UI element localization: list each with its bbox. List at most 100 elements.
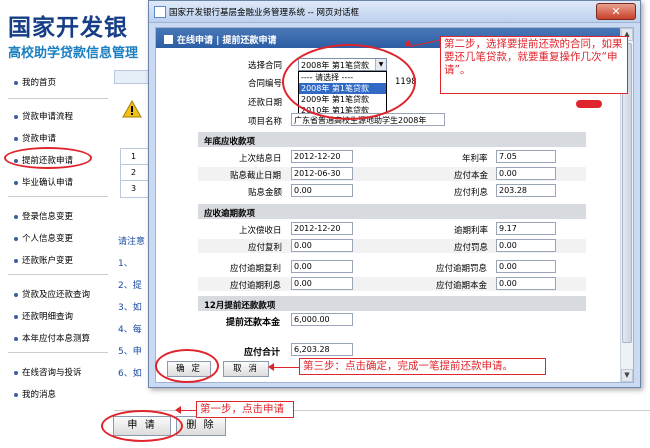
overdue-compound-field: 0.00 [291,260,353,273]
highlight-ellipse [282,44,416,120]
notes-heading: 请注意 [118,237,146,247]
bullet-icon [14,392,18,397]
sidebar-item-home[interactable]: 我的首页 [14,76,56,88]
cancel-button[interactable]: 取 消 [223,361,269,377]
subsidy-amount-field: 0.00 [291,184,353,197]
sidebar-item-loan-apply[interactable]: 贷款申请 [14,132,56,144]
contract-number-label: 合同编号 [248,79,283,89]
background-table: 1 2 3 [120,148,150,198]
subsidy-amount-label: 贴息金额 [248,188,283,198]
sidebar-item-account-change[interactable]: 还款账户变更 [14,254,73,266]
bullet-icon [14,292,18,297]
subsidy-end-date-label: 贴息截止日期 [230,171,282,181]
divider [8,98,108,99]
overdue-rate-label: 逾期利率 [454,226,489,236]
overdue-penalty-field: 0.00 [496,260,556,273]
dialog-title: 国家开发银行基层金融业务管理系统 -- 网页对话框 [169,8,360,18]
delete-button[interactable]: 删 除 [176,416,226,436]
grid-icon [164,35,173,44]
note-item: 3、如 [118,303,142,313]
sidebar: 我的首页 贷款申请流程 贷款申请 提前还款申请 毕业确认申请 登录信息变更 个人… [0,64,112,448]
note-item: 4、每 [118,325,142,335]
dialog-titlebar: 国家开发银行基层金融业务管理系统 -- 网页对话框 ✕ [149,1,640,23]
warning-icon [122,100,142,118]
contract-select-label: 选择合同 [248,61,283,71]
penalty-interest-field: 0.00 [496,239,556,252]
highlight-ellipse [155,349,219,383]
prepay-principal-field[interactable]: 6,000.00 [291,313,353,326]
payable-interest-label: 应付利息 [454,188,489,198]
project-name-label: 项目名称 [248,117,283,127]
highlight-ellipse [4,147,92,169]
compound-interest-field: 0.00 [291,239,353,252]
bullet-icon [14,136,18,141]
bullet-icon [14,336,18,341]
scroll-down-icon[interactable]: ▼ [621,369,633,382]
prepay-principal-label: 提前还款本金 [226,318,281,328]
sidebar-item-repay-detail[interactable]: 还款明细查询 [14,310,73,322]
table-row: 3 [131,184,137,193]
sidebar-item-interest-calc[interactable]: 本年应付本息测算 [14,332,90,344]
close-icon[interactable]: ✕ [596,3,636,20]
overdue-rate-field: 9.17 [496,222,556,235]
sidebar-item-graduation[interactable]: 毕业确认申请 [14,176,73,188]
last-repay-date-label: 上次偿收日 [239,226,282,236]
bullet-icon [14,236,18,241]
penalty-interest-label: 应付罚息 [454,243,489,253]
total-payable-field: 6,203.28 [291,343,353,356]
divider [8,196,108,197]
app-subtitle: 高校助学贷款信息管理 [8,46,139,61]
bullet-icon [14,180,18,185]
section-overdue: 应收逾期款项 [198,204,586,219]
ie-icon [154,6,166,18]
highlight-ellipse [101,410,183,442]
overdue-principal-label: 应付逾期本金 [436,281,488,291]
overdue-interest-field: 0.00 [291,277,353,290]
sidebar-item-messages[interactable]: 我的消息 [14,388,56,400]
sidebar-item-loan-query[interactable]: 贷款及应还款查询 [14,288,90,300]
sidebar-item-consult[interactable]: 在线咨询与投诉 [14,366,82,378]
arrow-line [273,367,299,368]
bullet-icon [14,314,18,319]
divider [8,274,108,275]
divider [8,352,108,353]
table-row: 1 [121,149,149,165]
subsidy-end-date-field: 2012-06-30 [291,167,353,180]
section-year-end: 年底应收款项 [198,132,586,147]
bullet-icon [14,258,18,263]
step1-note: 第一步，点击申请 [196,401,294,418]
annual-rate-label: 年利率 [462,154,488,164]
note-item: 2、提 [118,281,142,291]
table-row: 2 [121,165,149,181]
payable-principal-label: 应付本金 [454,171,489,181]
sidebar-item-loan-process[interactable]: 贷款申请流程 [14,110,73,122]
note-item: 1、 [118,259,133,269]
compound-interest-label: 应付复利 [248,243,283,253]
redacted-mark [576,100,602,108]
payable-interest-field: 203.28 [496,184,556,197]
bullet-icon [14,214,18,219]
sidebar-item-login-info[interactable]: 登录信息变更 [14,210,73,222]
overdue-principal-field: 0.00 [496,277,556,290]
bullet-icon [14,114,18,119]
repay-date-label: 还款日期 [248,98,283,108]
bullet-icon [14,370,18,375]
last-repay-date-field: 2012-12-20 [291,222,353,235]
payable-principal-field: 0.00 [496,167,556,180]
app-title: 国家开发银 [8,15,128,41]
last-settle-date-field: 2012-12-20 [291,150,353,163]
total-payable-label: 应付合计 [244,348,281,358]
overdue-penalty-label: 应付逾期罚息 [436,264,488,274]
overdue-interest-label: 应付逾期利息 [230,281,282,291]
arrow-line [180,410,196,411]
note-item: 5、申 [118,347,142,357]
last-settle-date-label: 上次结息日 [239,154,282,164]
bullet-icon [14,80,18,85]
annual-rate-field: 7.05 [496,150,556,163]
sidebar-item-personal-info[interactable]: 个人信息变更 [14,232,73,244]
step2-note: 第二步，选择要提前还款的合同，如果要还几笔贷款，就要重复操作几次“申请”。 [440,36,628,94]
section-prepay: 12月提前还款款项 [198,296,586,311]
step3-note: 第三步：点击确定，完成一笔提前还款申请。 [299,358,546,375]
note-item: 6、如 [118,369,142,379]
overdue-compound-label: 应付逾期复利 [230,264,282,274]
